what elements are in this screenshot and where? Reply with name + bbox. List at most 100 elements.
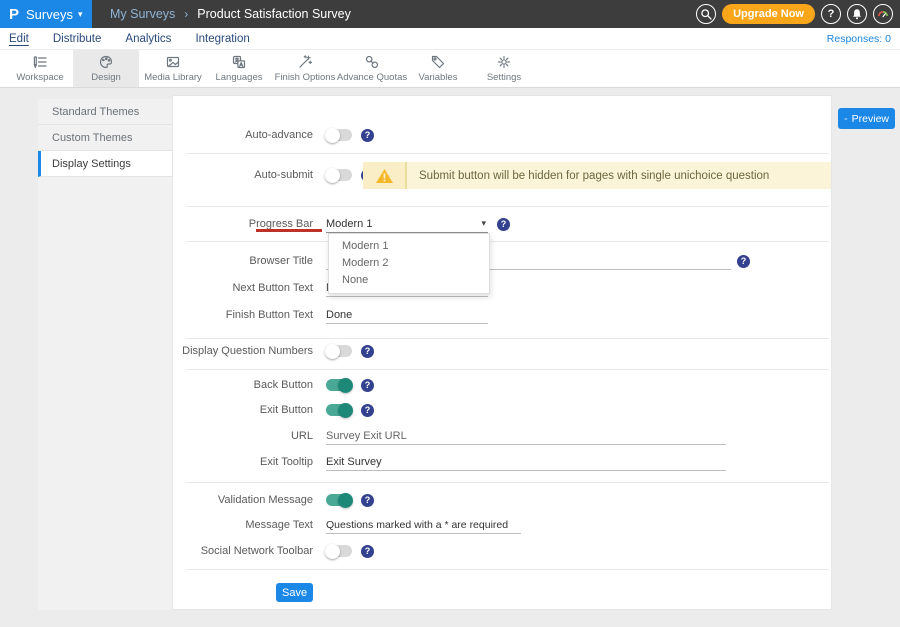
auto-submit-label: Auto-submit bbox=[173, 169, 313, 181]
validation-message-label: Validation Message bbox=[173, 494, 313, 506]
toolbar-tab-languages[interactable]: Languages bbox=[206, 50, 272, 87]
help-icon[interactable]: ? bbox=[361, 404, 374, 417]
toolbar-tab-settings[interactable]: Settings bbox=[471, 50, 537, 87]
preview-label: Preview bbox=[852, 113, 889, 125]
exit-button-toggle[interactable] bbox=[326, 404, 352, 416]
nav-tab-analytics[interactable]: Analytics bbox=[125, 33, 171, 45]
design-sidebar: Standard Themes Custom Themes Display Se… bbox=[38, 99, 172, 610]
back-button-toggle[interactable] bbox=[326, 379, 352, 391]
auto-submit-warning-banner: Submit button will be hidden for pages w… bbox=[363, 162, 831, 189]
divider bbox=[186, 482, 829, 483]
warning-triangle-icon bbox=[363, 162, 407, 189]
display-question-numbers-row: Display Question Numbers ? bbox=[173, 342, 831, 360]
top-header: P Surveys ▾ My Surveys › Product Satisfa… bbox=[0, 0, 900, 28]
divider bbox=[186, 206, 829, 207]
exit-url-label: URL bbox=[173, 430, 313, 442]
surveys-app-menu[interactable]: P Surveys ▾ bbox=[0, 0, 92, 28]
sidebar-item-standard-themes[interactable]: Standard Themes bbox=[38, 99, 172, 125]
message-text-row: Message Text bbox=[173, 516, 831, 534]
browser-title-label: Browser Title bbox=[173, 255, 313, 267]
sidebar-item-display-settings[interactable]: Display Settings bbox=[38, 151, 172, 177]
divider bbox=[186, 153, 829, 154]
exit-tooltip-row: Exit Tooltip bbox=[173, 453, 831, 471]
search-icon[interactable] bbox=[696, 4, 716, 24]
design-toolbar: Workspace Design Media Library Languages… bbox=[0, 50, 900, 88]
validation-message-row: Validation Message ? bbox=[173, 491, 831, 509]
toolbar-tab-label: Finish Options bbox=[275, 72, 336, 83]
help-icon[interactable]: ? bbox=[361, 379, 374, 392]
toolbar-tab-label: Variables bbox=[419, 72, 458, 83]
breadcrumb: My Surveys › Product Satisfaction Survey bbox=[110, 7, 351, 21]
finish-options-wand-icon bbox=[297, 54, 313, 70]
help-circle-icon[interactable]: ? bbox=[821, 4, 841, 24]
social-network-toolbar-toggle[interactable] bbox=[326, 545, 352, 557]
red-annotation-underline bbox=[256, 229, 322, 232]
help-icon[interactable]: ? bbox=[361, 545, 374, 558]
help-glyph: ? bbox=[828, 8, 835, 20]
display-settings-panel: Auto-advance ? Auto-submit ? Submit butt… bbox=[172, 95, 832, 610]
media-library-icon bbox=[165, 54, 181, 70]
breadcrumb-my-surveys[interactable]: My Surveys bbox=[110, 7, 175, 21]
display-question-numbers-toggle[interactable] bbox=[326, 345, 352, 357]
finish-button-text-label: Finish Button Text bbox=[173, 309, 313, 321]
usage-gauge-icon[interactable] bbox=[873, 4, 893, 24]
toolbar-tab-label: Workspace bbox=[16, 72, 63, 83]
help-icon[interactable]: ? bbox=[361, 494, 374, 507]
sidebar-item-custom-themes[interactable]: Custom Themes bbox=[38, 125, 172, 151]
social-network-toolbar-label: Social Network Toolbar bbox=[173, 545, 313, 557]
divider bbox=[186, 241, 829, 242]
display-question-numbers-label: Display Question Numbers bbox=[173, 345, 313, 357]
dropdown-option-none[interactable]: None bbox=[329, 272, 489, 289]
toolbar-tab-advance-quotas[interactable]: Advance Quotas bbox=[339, 50, 405, 87]
divider bbox=[186, 369, 829, 370]
responses-count[interactable]: Responses: 0 bbox=[827, 33, 891, 45]
social-network-toolbar-row: Social Network Toolbar ? bbox=[173, 542, 831, 560]
next-button-text-row: Next Button Text bbox=[173, 279, 831, 297]
toolbar-tab-finish-options[interactable]: Finish Options bbox=[272, 50, 338, 87]
toolbar-tab-workspace[interactable]: Workspace bbox=[7, 50, 73, 87]
save-button[interactable]: Save bbox=[276, 583, 313, 602]
advance-quotas-chain-icon bbox=[364, 54, 380, 70]
breadcrumb-survey-title: Product Satisfaction Survey bbox=[197, 7, 351, 21]
nav-tab-integration[interactable]: Integration bbox=[195, 33, 249, 45]
variables-tag-icon bbox=[430, 54, 446, 70]
upgrade-now-button[interactable]: Upgrade Now bbox=[722, 4, 815, 24]
questionpro-logo-icon: P bbox=[9, 6, 19, 23]
exit-tooltip-input[interactable] bbox=[326, 454, 726, 471]
auto-advance-toggle[interactable] bbox=[326, 129, 352, 141]
auto-advance-label: Auto-advance bbox=[173, 129, 313, 141]
questionpro-app: P Surveys ▾ My Surveys › Product Satisfa… bbox=[0, 0, 900, 627]
nav-tab-distribute[interactable]: Distribute bbox=[53, 33, 102, 45]
help-icon[interactable]: ? bbox=[361, 345, 374, 358]
toolbar-tab-design[interactable]: Design bbox=[73, 50, 139, 87]
toolbar-tab-label: Advance Quotas bbox=[337, 72, 407, 83]
auto-advance-row: Auto-advance ? bbox=[173, 126, 831, 144]
help-icon[interactable]: ? bbox=[737, 255, 750, 268]
progress-bar-select[interactable]: Modern 1 ▾ bbox=[326, 215, 488, 233]
nav-tab-edit[interactable]: Edit bbox=[9, 33, 29, 45]
browser-title-row: Browser Title ? bbox=[173, 252, 831, 270]
languages-translate-icon bbox=[231, 54, 247, 70]
notifications-bell-icon[interactable] bbox=[847, 4, 867, 24]
toolbar-tab-label: Media Library bbox=[144, 72, 202, 83]
breadcrumb-separator: › bbox=[184, 7, 188, 21]
help-icon[interactable]: ? bbox=[497, 218, 510, 231]
next-button-text-label: Next Button Text bbox=[173, 282, 313, 294]
dropdown-option-modern-1[interactable]: Modern 1 bbox=[329, 238, 489, 255]
message-text-label: Message Text bbox=[173, 519, 313, 531]
message-text-input[interactable] bbox=[326, 517, 521, 534]
help-icon[interactable]: ? bbox=[361, 129, 374, 142]
toolbar-tab-variables[interactable]: Variables bbox=[405, 50, 471, 87]
preview-button[interactable]: Preview bbox=[838, 108, 895, 129]
select-caret-icon: ▾ bbox=[481, 218, 486, 229]
progress-bar-dropdown: Modern 1 Modern 2 None bbox=[328, 233, 490, 294]
toolbar-tab-media-library[interactable]: Media Library bbox=[140, 50, 206, 87]
finish-button-text-input[interactable] bbox=[326, 307, 488, 324]
app-menu-label: Surveys bbox=[26, 7, 73, 22]
validation-message-toggle[interactable] bbox=[326, 494, 352, 506]
exit-url-input[interactable] bbox=[326, 428, 726, 445]
dropdown-option-modern-2[interactable]: Modern 2 bbox=[329, 255, 489, 272]
back-button-label: Back Button bbox=[173, 379, 313, 391]
finish-button-text-row: Finish Button Text bbox=[173, 306, 831, 324]
auto-submit-toggle[interactable] bbox=[326, 169, 352, 181]
